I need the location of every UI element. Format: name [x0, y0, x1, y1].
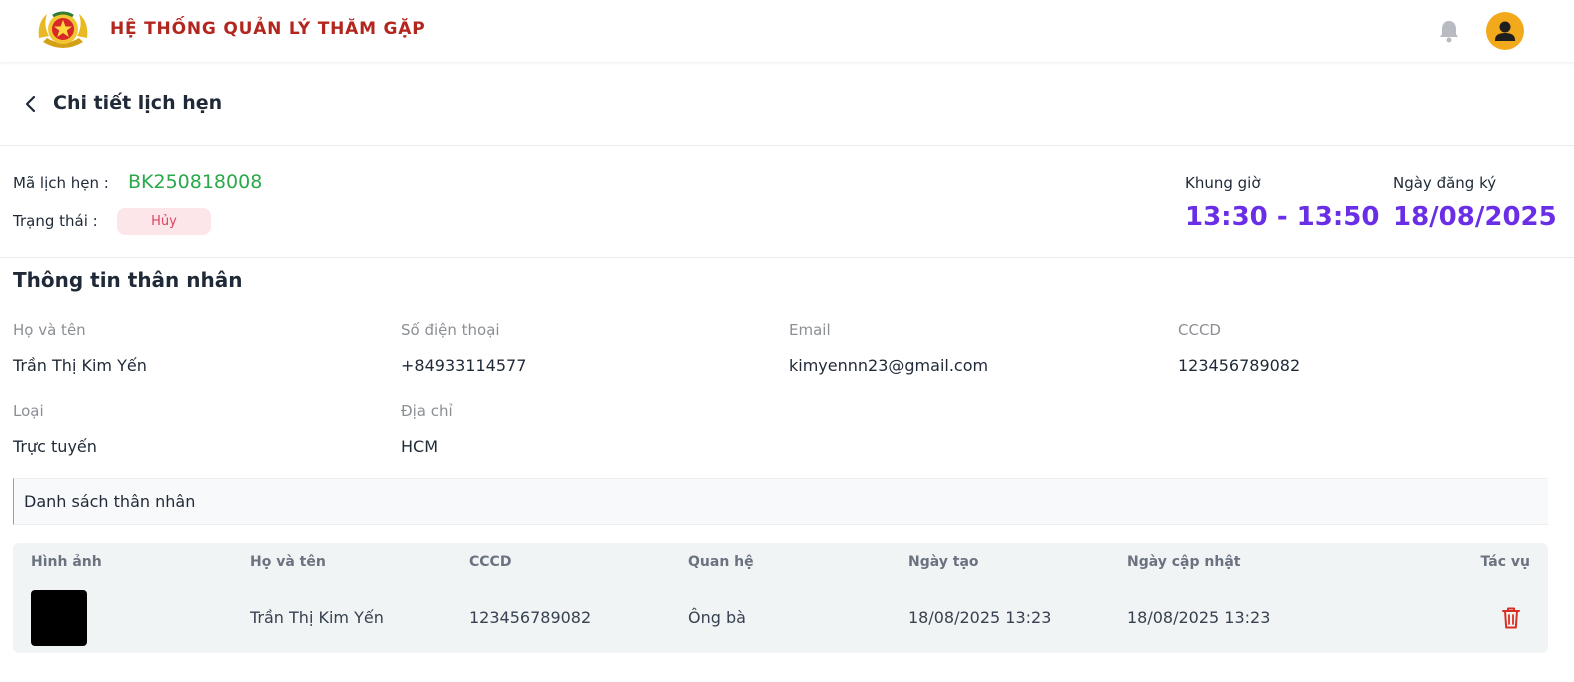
relatives-list-header: Danh sách thân nhân	[13, 478, 1548, 525]
time-slot-value: 13:30 - 13:50	[1185, 202, 1380, 232]
trash-icon[interactable]	[1500, 606, 1522, 630]
name-value: Trần Thị Kim Yến	[13, 356, 147, 375]
status-label: Trạng thái :	[13, 212, 98, 230]
page-title: Chi tiết lịch hẹn	[53, 92, 223, 114]
relatives-list-title: Danh sách thân nhân	[24, 492, 196, 511]
bell-icon[interactable]	[1438, 19, 1460, 43]
relative-info-title: Thông tin thân nhân	[13, 268, 243, 292]
column-header: Tác vụ	[1480, 554, 1530, 570]
row-id: 123456789082	[469, 608, 592, 627]
column-header: Ngày tạo	[908, 554, 979, 570]
row-created: 18/08/2025 13:23	[908, 608, 1052, 627]
column-header: Ngày cập nhật	[1127, 554, 1241, 570]
email-value: kimyennn23@gmail.com	[789, 356, 989, 375]
appointment-code-label: Mã lịch hẹn :	[13, 174, 109, 192]
relatives-table: Hình ảnh Họ và tên CCCD Quan hệ Ngày tạo…	[13, 543, 1548, 653]
email-label: Email	[789, 321, 831, 339]
chevron-left-icon[interactable]	[20, 93, 42, 115]
user-avatar-icon[interactable]	[1486, 12, 1524, 50]
app-title: HỆ THỐNG QUẢN LÝ THĂM GẶP	[110, 19, 426, 39]
address-label: Địa chỉ	[401, 402, 453, 420]
id-label: CCCD	[1178, 321, 1221, 339]
relative-photo[interactable]	[31, 590, 87, 646]
register-date-value: 18/08/2025	[1393, 202, 1557, 232]
column-header: Quan hệ	[688, 554, 754, 570]
name-label: Họ và tên	[13, 321, 86, 339]
id-value: 123456789082	[1178, 356, 1301, 375]
type-label: Loại	[13, 402, 44, 420]
column-header: CCCD	[469, 554, 512, 570]
status-badge: Hủy	[117, 208, 211, 235]
phone-value: +84933114577	[401, 356, 527, 375]
row-updated: 18/08/2025 13:23	[1127, 608, 1271, 627]
appointment-code: BK250818008	[128, 171, 263, 193]
phone-label: Số điện thoại	[401, 321, 500, 339]
summary-divider	[0, 257, 1574, 258]
type-value: Trực tuyến	[13, 437, 97, 456]
column-header: Hình ảnh	[31, 554, 102, 570]
address-value: HCM	[401, 437, 439, 456]
top-bar: HỆ THỐNG QUẢN LÝ THĂM GẶP	[0, 0, 1574, 62]
police-emblem-icon[interactable]	[35, 8, 91, 54]
row-name: Trần Thị Kim Yến	[250, 608, 384, 627]
header-divider	[0, 145, 1574, 146]
time-slot-label: Khung giờ	[1185, 174, 1261, 192]
row-relation: Ông bà	[688, 608, 746, 627]
column-header: Họ và tên	[250, 554, 326, 570]
register-date-label: Ngày đăng ký	[1393, 174, 1497, 192]
